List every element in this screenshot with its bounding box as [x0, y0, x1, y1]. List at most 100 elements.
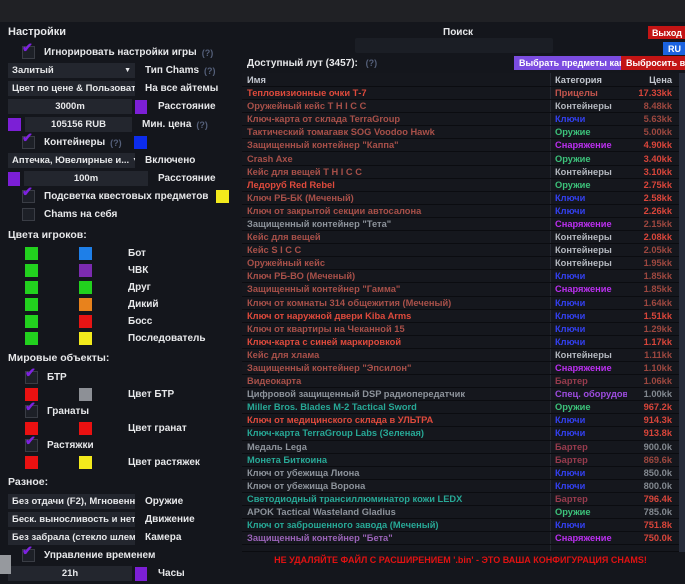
table-row[interactable]: Ключ от медицинского склада в УЛЬТРАКлюч… [242, 414, 679, 427]
min-price-swatch[interactable] [8, 118, 21, 131]
world-object-color-swatch[interactable] [25, 456, 38, 469]
player-visible-color-swatch[interactable] [25, 281, 38, 294]
table-row[interactable]: Ключ от комнаты 314 общежития (Меченый)К… [242, 297, 679, 310]
ignore-game-settings-checkbox[interactable]: ✔ [22, 46, 35, 59]
table-row[interactable]: Оружейный кейсКонтейнеры1.95kk [242, 257, 679, 270]
player-colors-list: БотЧВКДругДикийБоссПоследователь [8, 247, 240, 345]
containers-distance-slider-handle[interactable] [8, 172, 20, 186]
player-type-color-swatch[interactable] [79, 264, 92, 277]
world-objects-list: ✔БТРЦвет БТР✔ГранатыЦвет гранат✔Растяжки… [8, 370, 240, 469]
table-row[interactable]: Защищенный контейнер "Каппа"Снаряжение4.… [242, 139, 679, 152]
containers-distance-slider-track[interactable]: 100m [24, 171, 148, 186]
player-type-color-swatch[interactable] [79, 315, 92, 328]
item-name: Защищенный контейнер "Гамма" [242, 284, 550, 294]
item-price: 4.90kk [627, 140, 679, 150]
chams-type-dropdown[interactable]: Залитый ▼ [8, 63, 135, 78]
quest-items-checkbox[interactable]: ✔ [22, 190, 35, 203]
player-type-color-swatch[interactable] [79, 332, 92, 345]
player-visible-color-swatch[interactable] [25, 298, 38, 311]
table-row[interactable]: Ключ от квартиры на Чеканной 15Ключи1.29… [242, 323, 679, 336]
table-row[interactable]: Медаль LegaБартер900.0k [242, 441, 679, 454]
table-row[interactable]: Ключ РБ-ВО (Меченый)Ключи1.85kk [242, 270, 679, 283]
table-row[interactable]: Кейс для вещей T H I C CКонтейнеры3.10kk [242, 166, 679, 179]
min-price-input[interactable]: 105156 RUB [25, 117, 132, 132]
item-name: Защищенный контейнер "Эпсилон" [242, 363, 550, 373]
table-row[interactable]: Ключ от убежища ВоронаКлючи800.0k [242, 480, 679, 493]
table-row[interactable]: Кейс для хламаКонтейнеры1.11kk [242, 349, 679, 362]
time-control-checkbox[interactable]: ✔ [22, 549, 35, 562]
world-object-checkbox[interactable]: ✔ [25, 405, 38, 418]
table-row[interactable]: Защищенный контейнер "Тета"Снаряжение2.1… [242, 218, 679, 231]
distance-slider[interactable]: 3000m [8, 99, 148, 114]
table-row[interactable]: Монета БиткоинаБартер869.6k [242, 454, 679, 467]
distance-slider-handle[interactable] [135, 100, 147, 114]
checkmark-icon: ✔ [25, 433, 36, 449]
table-row[interactable]: Защищенный контейнер "Гамма"Снаряжение1.… [242, 283, 679, 296]
player-visible-color-swatch[interactable] [25, 315, 38, 328]
header-price: Цена [627, 75, 679, 85]
item-category: Ключи [550, 192, 627, 204]
world-object-checkbox[interactable]: ✔ [25, 439, 38, 452]
movement-dropdown[interactable]: Беск. выносливость и нет уста ▼ [8, 512, 135, 527]
loot-table-scrollbar[interactable] [679, 73, 685, 552]
world-objects-heading: Мировые объекты: [8, 352, 240, 364]
table-row[interactable]: Ключ от наружной двери Kiba ArmsКлючи1.5… [242, 310, 679, 323]
search-input[interactable] [355, 38, 553, 53]
table-row[interactable]: Ключ-карта TerraGroup Labs (Зеленая)Ключ… [242, 427, 679, 440]
item-price: 2.26kk [627, 206, 679, 216]
table-row[interactable]: Кейс S I C CКонтейнеры2.05kk [242, 244, 679, 257]
table-row[interactable]: Цифровой защищенный DSP радиопередатчикС… [242, 388, 679, 401]
world-object-color-swatch[interactable] [79, 456, 92, 469]
distance-slider-track[interactable]: 3000m [8, 99, 132, 114]
world-object-checkbox[interactable]: ✔ [25, 371, 38, 384]
player-type-color-swatch[interactable] [79, 298, 92, 311]
table-row[interactable]: Miller Bros. Blades M-2 Tactical SwordОр… [242, 401, 679, 414]
table-row[interactable]: Защищенный контейнер "Бета"Снаряжение750… [242, 532, 679, 545]
table-row[interactable]: ВидеокартаБартер1.06kk [242, 375, 679, 388]
language-button[interactable]: RU [663, 42, 685, 55]
item-price: 1.29kk [627, 324, 679, 334]
apply-mode-dropdown[interactable]: Цвет по цене & Пользователь ▼ [8, 81, 135, 96]
table-row[interactable]: APOK Tactical Wasteland GladiusОружие785… [242, 506, 679, 519]
table-row[interactable]: Ключ от убежища ЛионаКлючи850.0k [242, 467, 679, 480]
player-type-color-swatch[interactable] [79, 247, 92, 260]
world-object-color-swatch[interactable] [79, 422, 92, 435]
item-category: Снаряжение [550, 139, 627, 151]
table-row[interactable]: Crash AxeОружие3.40kk [242, 152, 679, 165]
exit-button[interactable]: Выход [648, 26, 685, 39]
table-row[interactable]: Оружейный кейс T H I C CКонтейнеры8.48kk [242, 100, 679, 113]
chams-self-checkbox[interactable]: ✔ [22, 208, 35, 221]
weapon-value: Без отдачи (F2), Мгновенное п [12, 496, 135, 507]
table-row[interactable]: Ключ-карта от склада TerraGroupКлючи5.63… [242, 113, 679, 126]
item-category: Ключи [550, 427, 627, 439]
resize-handle[interactable] [0, 555, 11, 574]
table-row[interactable]: Ключ от заброшенного завода (Меченый)Клю… [242, 519, 679, 532]
drop-all-button[interactable]: Выбросить все [621, 56, 685, 70]
table-row[interactable]: Ключ-карта с синей маркировкойКлючи1.17k… [242, 336, 679, 349]
item-price: 8.48kk [627, 101, 679, 111]
player-type-color-swatch[interactable] [79, 281, 92, 294]
table-row[interactable]: Ключ РБ-БК (Меченый)Ключи2.58kk [242, 192, 679, 205]
player-visible-color-swatch[interactable] [25, 247, 38, 260]
item-name: Ключ РБ-БК (Меченый) [242, 193, 550, 203]
player-visible-color-swatch[interactable] [25, 264, 38, 277]
table-row[interactable]: Ключ от закрытой секции автосалонаКлючи2… [242, 205, 679, 218]
table-row[interactable]: Светодиодный трансиллюминатор кожи LEDXБ… [242, 493, 679, 506]
header-name: Имя [242, 75, 550, 85]
table-row[interactable]: Тактический томагавк SOG Voodoo HawkОруж… [242, 126, 679, 139]
world-object-color-swatch[interactable] [79, 388, 92, 401]
item-name: Защищенный контейнер "Бета" [242, 533, 550, 543]
table-row[interactable]: Тепловизионные очки Т-7Прицелы17.33kk [242, 87, 679, 100]
table-row[interactable]: Кейс для вещейКонтейнеры2.08kk [242, 231, 679, 244]
containers-checkbox[interactable]: ✔ [22, 136, 35, 149]
table-row[interactable] [242, 545, 679, 552]
containers-color-swatch[interactable] [134, 136, 147, 149]
containers-distance-label: Расстояние [158, 173, 216, 184]
player-visible-color-swatch[interactable] [25, 332, 38, 345]
weapon-dropdown[interactable]: Без отдачи (F2), Мгновенное п ▼ [8, 494, 135, 509]
table-row[interactable]: Ледоруб Red RebelОружие2.75kk [242, 179, 679, 192]
containers-filter-dropdown[interactable]: Аптечка, Ювелирные и... ▼ [8, 153, 135, 168]
table-row[interactable]: Защищенный контейнер "Эпсилон"Снаряжение… [242, 362, 679, 375]
camera-row: Без забрала (стекло шлема) ▼ Камера [8, 530, 240, 545]
quest-items-color-swatch[interactable] [216, 190, 229, 203]
